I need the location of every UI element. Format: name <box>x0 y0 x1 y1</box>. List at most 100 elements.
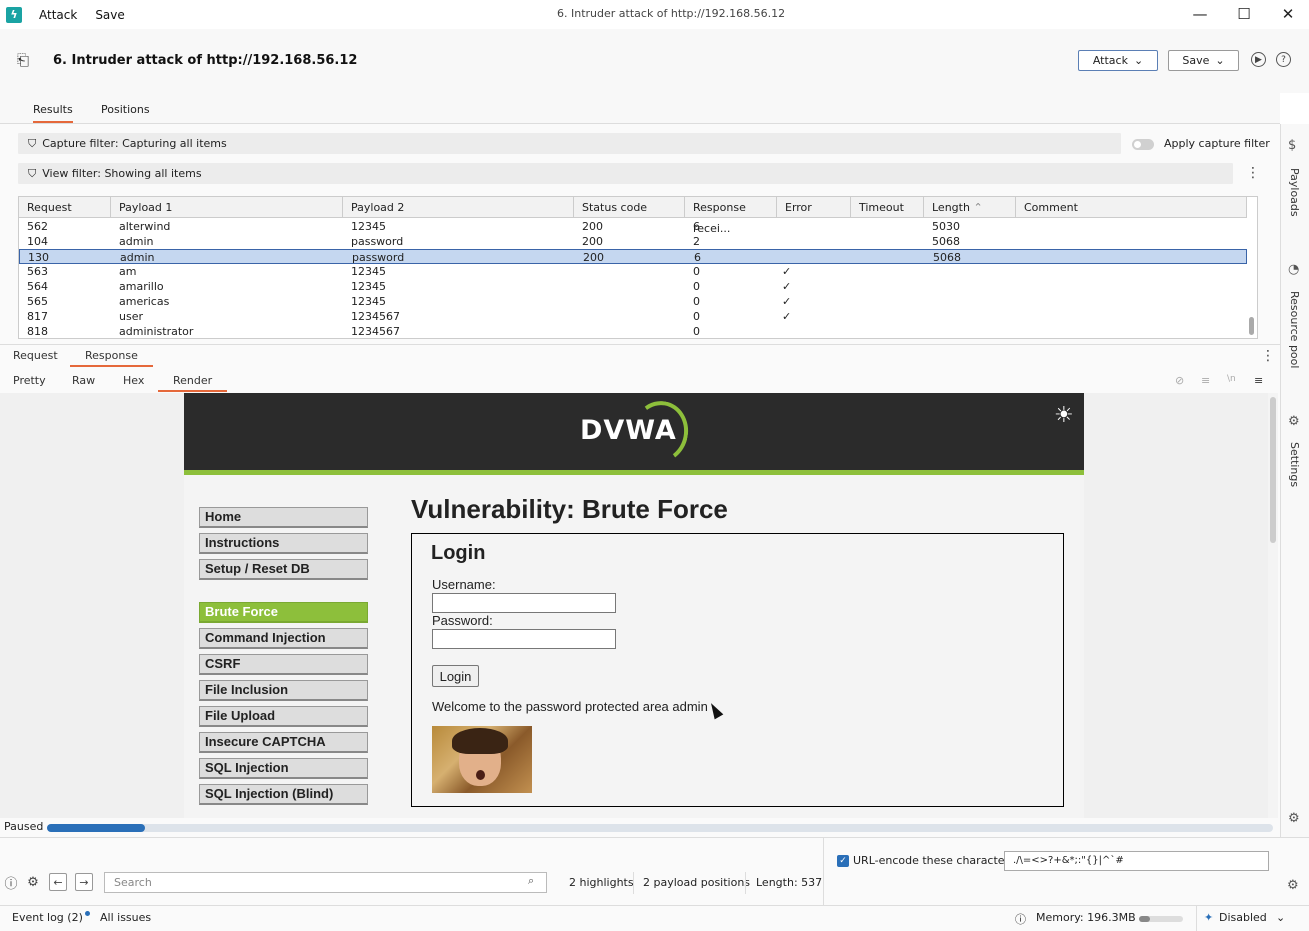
resource-pool-label: Resource pool <box>1288 291 1301 369</box>
table-row[interactable]: 130 admin password 200 6 5068 <box>19 249 1247 264</box>
photo-hair <box>452 728 508 754</box>
tab-render[interactable]: Render <box>158 374 228 392</box>
side-settings[interactable]: ⚙ Settings <box>1281 414 1309 504</box>
render-scrollbar[interactable] <box>1268 393 1278 818</box>
search-input[interactable]: Search <box>104 872 547 893</box>
side-payloads[interactable]: $ Payloads <box>1281 138 1309 238</box>
attack-dropdown-button[interactable]: Attack ⌄ <box>1078 50 1158 71</box>
table-cell: 6 <box>694 251 701 264</box>
column-header[interactable]: Payload 2 <box>343 197 574 218</box>
help-icon[interactable]: ? <box>1276 52 1291 67</box>
table-row[interactable]: 104 admin password 200 2 5068 <box>19 234 1247 249</box>
nav-file-upload[interactable]: File Upload <box>199 706 368 727</box>
nav-sql-injection[interactable]: SQL Injection <box>199 758 368 779</box>
status-footer: Event log (2) All issues ⓘ Memory: 196.3… <box>0 905 1309 931</box>
ai-status[interactable]: Disabled <box>1219 911 1267 924</box>
column-header[interactable]: Response recei... <box>685 197 777 235</box>
response-view-tabs: Pretty Raw Hex Render ⊘ ≡ \n ≡ <box>0 368 1280 393</box>
menu-attack[interactable]: Attack <box>39 8 77 22</box>
table-cell <box>1017 250 1025 265</box>
tab-hex[interactable]: Hex <box>123 374 144 390</box>
menu-save[interactable]: Save <box>95 8 124 22</box>
table-row[interactable]: 563 am 12345 0 ✓ <box>19 264 1247 279</box>
nav-csrf[interactable]: CSRF <box>199 654 368 675</box>
nav-home[interactable]: Home <box>199 507 368 528</box>
nav-command-injection[interactable]: Command Injection <box>199 628 368 649</box>
table-cell: 1234567 <box>351 325 400 338</box>
newline-icon[interactable]: \n <box>1227 374 1236 387</box>
tab-results[interactable]: Results <box>33 103 73 123</box>
table-cell <box>852 250 860 265</box>
gear-icon[interactable]: ⚙ <box>1287 878 1299 893</box>
url-encode-checkbox[interactable]: ✓ <box>837 855 849 867</box>
info-icon: ⓘ <box>1015 913 1026 926</box>
length-header-label: Length <box>932 201 970 214</box>
table-scrollbar[interactable] <box>1249 317 1254 335</box>
minimize-button[interactable]: — <box>1188 4 1212 24</box>
event-log-link[interactable]: Event log (2) <box>12 911 90 924</box>
login-heading: Login <box>431 542 486 564</box>
previous-arrow-icon[interactable]: ← <box>49 873 67 891</box>
url-encode-chars-input[interactable]: ./\=<>?+&*;:"{}|^`# <box>1004 851 1269 871</box>
hide-icon[interactable]: ⊘ <box>1175 374 1184 390</box>
divider <box>633 872 634 894</box>
password-input[interactable] <box>432 629 616 649</box>
capture-filter-bar[interactable]: ⛉ Capture filter: Capturing all items <box>18 133 1121 154</box>
table-row[interactable]: 565 americas 12345 0 ✓ <box>19 294 1247 309</box>
tab-response[interactable]: Response <box>70 349 153 367</box>
nav-sql-injection-blind[interactable]: SQL Injection (Blind) <box>199 784 368 805</box>
save-button-label: Save <box>1182 54 1210 67</box>
column-header[interactable]: Comment <box>1016 197 1247 218</box>
column-header[interactable]: Status code <box>574 197 685 218</box>
nav-brute-force[interactable]: Brute Force <box>199 602 368 623</box>
table-cell <box>924 324 932 338</box>
next-arrow-icon[interactable]: → <box>75 873 93 891</box>
tab-request[interactable]: Request <box>13 349 58 365</box>
column-header[interactable]: Error <box>777 197 851 218</box>
column-header[interactable]: Timeout <box>851 197 924 218</box>
chevron-down-icon[interactable]: ⌄ <box>1276 911 1285 924</box>
tab-raw[interactable]: Raw <box>72 374 95 390</box>
tab-pretty[interactable]: Pretty <box>13 374 46 390</box>
column-header[interactable]: Payload 1 <box>111 197 343 218</box>
nav-insecure-captcha[interactable]: Insecure CAPTCHA <box>199 732 368 753</box>
table-cell: 5068 <box>933 251 961 264</box>
help-icon[interactable]: ⓘ <box>2 873 20 892</box>
back-arrow-icon[interactable]: ⎗ <box>17 51 29 69</box>
apply-capture-filter-toggle[interactable] <box>1132 139 1154 150</box>
table-cell: 0 <box>693 295 700 308</box>
table-cell <box>924 264 932 279</box>
table-row[interactable]: 817 user 1234567 0 ✓ <box>19 309 1247 324</box>
username-input[interactable] <box>432 593 616 613</box>
column-header[interactable]: Request <box>19 197 111 218</box>
nav-instructions[interactable]: Instructions <box>199 533 368 554</box>
sort-ascending-icon: ⌃ <box>973 201 983 214</box>
tab-positions[interactable]: Positions <box>101 103 150 121</box>
nav-setup-reset-db[interactable]: Setup / Reset DB <box>199 559 368 580</box>
column-header-length[interactable]: Length ⌃ <box>924 197 1016 218</box>
save-dropdown-button[interactable]: Save ⌄ <box>1168 50 1239 71</box>
table-cell <box>574 324 582 338</box>
chevron-down-icon: ⌄ <box>1215 54 1225 67</box>
close-window-button[interactable]: ✕ <box>1276 4 1300 24</box>
table-cell <box>574 294 582 309</box>
maximize-button[interactable]: ☐ <box>1232 4 1256 24</box>
more-options-icon[interactable]: ⋮ <box>1261 348 1275 364</box>
table-cell: 200 <box>583 251 604 264</box>
theme-toggle-icon[interactable]: ☀ <box>1054 403 1074 428</box>
menu-icon[interactable]: ≡ <box>1254 374 1263 390</box>
gear-icon[interactable]: ⚙ <box>1288 811 1300 826</box>
view-filter-bar[interactable]: ⛉ View filter: Showing all items <box>18 163 1233 184</box>
wrap-icon[interactable]: ≡ <box>1201 374 1210 390</box>
more-options-icon[interactable]: ⋮ <box>1246 165 1260 181</box>
table-row[interactable]: 818 administrator 1234567 0 <box>19 324 1247 338</box>
side-resource-pool[interactable]: ◔ Resource pool <box>1281 262 1309 382</box>
table-row[interactable]: 562 alterwind 12345 200 6 5030 <box>19 219 1247 234</box>
all-issues-link[interactable]: All issues <box>100 911 151 924</box>
scrollbar-thumb[interactable] <box>1270 397 1276 543</box>
table-row[interactable]: 564 amarillo 12345 0 ✓ <box>19 279 1247 294</box>
login-button[interactable]: Login <box>432 665 479 687</box>
gear-icon[interactable]: ⚙ <box>24 873 42 891</box>
nav-file-inclusion[interactable]: File Inclusion <box>199 680 368 701</box>
play-icon[interactable]: ▶ <box>1251 52 1266 67</box>
